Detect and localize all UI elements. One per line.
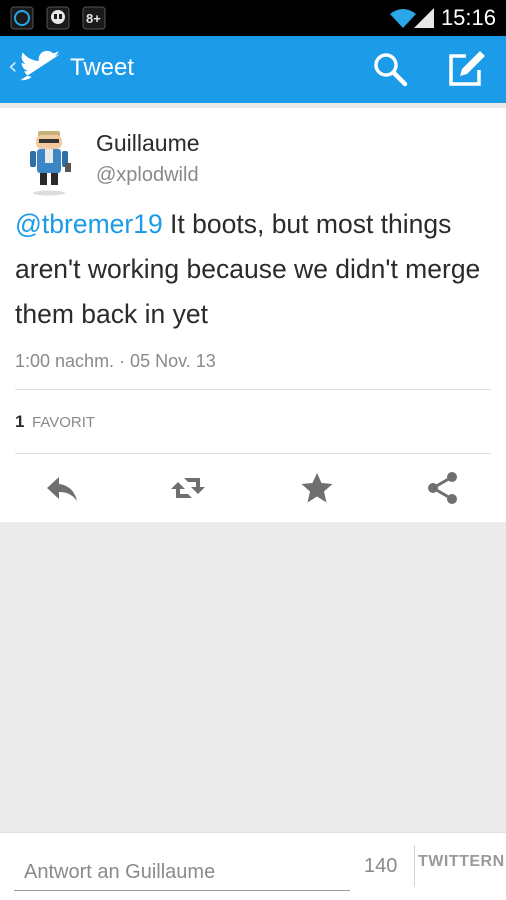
signal-icon (414, 8, 434, 28)
favorite-icon[interactable] (299, 470, 335, 506)
reply-bar: 140 TWITTERN (0, 832, 506, 900)
status-bar: 8+ 15:16 (0, 0, 506, 36)
compose-icon[interactable] (446, 50, 486, 88)
action-bar: ‹ Tweet (0, 36, 506, 103)
hangouts-icon (46, 6, 70, 30)
author-name[interactable]: Guillaume (96, 130, 200, 157)
svg-text:8+: 8+ (86, 11, 101, 26)
timestamp: 1:00 nachm. · 05 Nov. 13 (15, 351, 216, 371)
favorites-count[interactable]: 1 (15, 412, 24, 432)
divider (414, 845, 415, 887)
search-icon[interactable] (372, 51, 408, 87)
author-handle[interactable]: @xplodwild (96, 164, 199, 187)
mention-link[interactable]: @tbremer19 (15, 209, 163, 239)
reply-input[interactable] (14, 847, 350, 891)
divider (15, 453, 491, 454)
sync-icon (10, 6, 34, 30)
retweet-icon[interactable] (170, 470, 206, 506)
tweet-text: @tbremer19 It boots, but most things are… (15, 202, 495, 337)
share-icon[interactable] (425, 470, 461, 506)
avatar[interactable] (21, 127, 77, 197)
tweet-card: Guillaume @xplodwild @tbremer19 It boots… (0, 108, 506, 522)
clock: 15:16 (440, 5, 496, 30)
tweet-submit-button[interactable]: TWITTERN (418, 853, 505, 871)
character-counter: 140 (364, 855, 398, 877)
favorites-label[interactable]: FAVORIT (32, 414, 95, 431)
reply-icon[interactable] (44, 470, 80, 506)
twitter-bird-icon[interactable] (20, 50, 62, 86)
page-title: Tweet (70, 54, 135, 81)
divider (15, 389, 491, 390)
chevron-left-icon[interactable]: ‹ (8, 52, 18, 80)
google-plus-icon: 8+ (82, 6, 106, 30)
